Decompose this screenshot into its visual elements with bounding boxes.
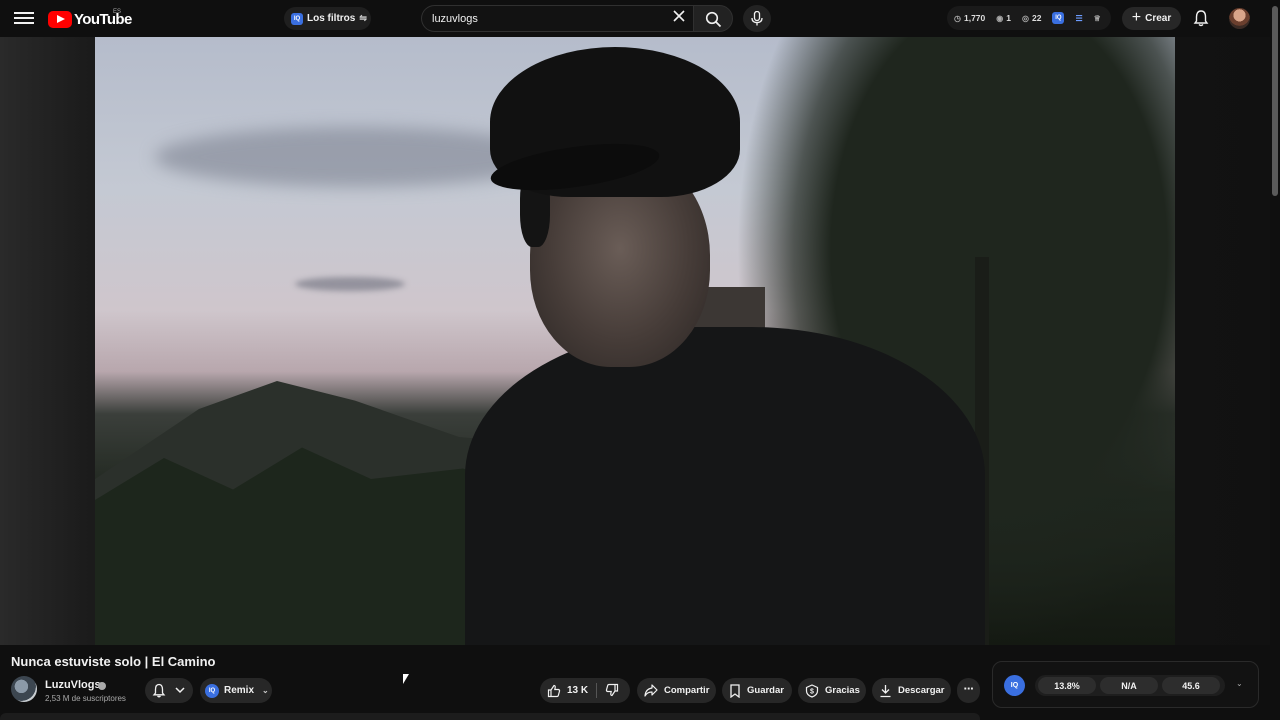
download-icon [880, 684, 891, 697]
save-button[interactable]: Guardar [722, 678, 792, 703]
verified-icon [98, 682, 106, 690]
share-label: Compartir [664, 685, 710, 696]
chevron-down-icon: ⌄ [262, 686, 269, 695]
channel-avatar[interactable] [11, 676, 37, 702]
plus-icon: + [1131, 8, 1142, 26]
more-actions-icon[interactable]: ··· [957, 678, 980, 703]
iq-icon[interactable]: IQ [1052, 12, 1065, 24]
thumbs-up-icon [547, 684, 561, 697]
eye-icon: ◉ [996, 13, 1004, 23]
metric-value: N/A [1100, 677, 1158, 694]
bell-icon [152, 683, 166, 698]
filters-label: Los filtros [307, 13, 356, 24]
clear-search-icon[interactable] [672, 9, 686, 23]
chevron-down-icon [175, 687, 185, 694]
notifications-bell-icon[interactable] [1192, 9, 1210, 27]
thanks-button[interactable]: $ Gracias [798, 678, 866, 703]
svg-text:$: $ [810, 688, 814, 695]
search-input[interactable] [432, 11, 662, 27]
remix-button[interactable]: IQ Remix ⌄ [200, 678, 272, 703]
iq-icon: IQ [291, 12, 303, 25]
super-thanks-icon: $ [805, 683, 819, 698]
search-box [421, 5, 693, 32]
view-count: 22 [1031, 13, 1042, 23]
menu-icon[interactable] [14, 9, 34, 27]
list-icon[interactable]: ☰ [1075, 14, 1082, 23]
search-icon [705, 11, 722, 28]
account-avatar[interactable] [1229, 8, 1250, 29]
microphone-icon [751, 11, 763, 26]
download-button[interactable]: Descargar [872, 678, 951, 703]
trophy-icon[interactable]: ♕ [1094, 14, 1101, 23]
like-count: 13 K [567, 685, 589, 696]
filters-button[interactable]: IQ Los filtros ⇋ [284, 7, 371, 30]
subscription-notifications-button[interactable] [145, 678, 193, 703]
voice-search-button[interactable] [743, 5, 771, 32]
metric-value: 45.6 [1162, 677, 1220, 694]
thanks-label: Gracias [825, 685, 860, 696]
remix-label: Remix [224, 685, 255, 696]
video-scene [295, 277, 405, 291]
region-code: ES [113, 9, 122, 15]
create-button[interactable]: + Crear [1122, 7, 1181, 30]
share-button[interactable]: Compartir [637, 678, 716, 703]
video-player[interactable] [95, 37, 1175, 645]
metric-value: 13.8% [1038, 677, 1096, 694]
description-box-edge[interactable] [0, 713, 980, 720]
save-label: Guardar [747, 685, 784, 696]
sliders-icon: ⇋ [359, 13, 367, 23]
subscriber-count: 2,53 M de suscriptores [45, 694, 126, 703]
clock-count: 1,770 [963, 13, 986, 23]
share-icon [644, 684, 658, 697]
top-bar: YouTube ES IQ Los filtros ⇋ ◷ 1,770 ◉ 1 … [0, 0, 1280, 37]
bookmark-icon [730, 683, 740, 698]
chevron-down-icon[interactable]: ⌄ [1236, 679, 1243, 688]
stats-extension[interactable]: ◷ 1,770 ◉ 1 ◎ 22 IQ ☰ ♕ [947, 6, 1111, 30]
create-label: Crear [1145, 13, 1172, 24]
iq-icon: IQ [205, 683, 219, 698]
views-icon: ◎ [1021, 13, 1029, 23]
search-button[interactable] [693, 5, 733, 32]
logo-text: YouTube [74, 10, 132, 28]
youtube-play-icon [48, 10, 72, 28]
metrics-bar: 13.8% N/A 45.6 [1035, 675, 1225, 696]
eye-count: 1 [1006, 13, 1011, 23]
divider [596, 683, 597, 698]
like-dislike-group: 13 K [540, 678, 630, 703]
dislike-button[interactable] [598, 678, 630, 703]
scrollbar-thumb[interactable] [1272, 6, 1278, 196]
clock-icon: ◷ [954, 13, 961, 23]
download-label: Descargar [898, 685, 945, 696]
mouse-cursor-icon [403, 674, 409, 684]
video-scene [465, 327, 985, 645]
channel-name[interactable]: LuzuVlogs [45, 679, 101, 691]
iq-metrics-panel: IQ 13.8% N/A 45.6 ⌄ [992, 661, 1259, 708]
iq-logo-icon[interactable]: IQ [1004, 675, 1025, 696]
like-button[interactable]: 13 K [540, 678, 596, 703]
video-title: Nunca estuviste solo | El Camino [11, 654, 216, 669]
thumbs-down-icon [605, 683, 619, 697]
